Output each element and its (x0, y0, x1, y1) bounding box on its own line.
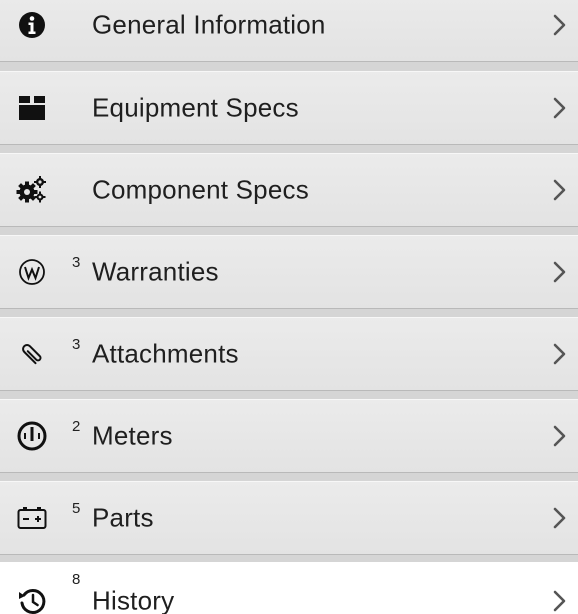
chevron-right-icon (553, 261, 566, 283)
menu-item-parts[interactable]: 5 Parts (0, 481, 578, 555)
menu-item-equipment-specs[interactable]: Equipment Specs (0, 71, 578, 145)
menu-item-label: Equipment Specs (92, 92, 299, 123)
menu-item-label: History (92, 585, 175, 614)
menu-item-badge: 5 (72, 500, 81, 517)
menu-item-general-information[interactable]: General Information (0, 0, 578, 62)
gauge-icon (12, 416, 52, 456)
warranty-w-icon (12, 252, 52, 292)
menu-item-meters[interactable]: 2 Meters (0, 399, 578, 473)
menu-item-label: Component Specs (92, 174, 309, 205)
paperclip-icon (12, 334, 52, 374)
menu-item-label: Warranties (92, 256, 219, 287)
chevron-right-icon (553, 425, 566, 447)
menu-item-component-specs[interactable]: Component Specs (0, 153, 578, 227)
menu-item-warranties[interactable]: 3 Warranties (0, 235, 578, 309)
menu-item-attachments[interactable]: 3 Attachments (0, 317, 578, 391)
chevron-right-icon (553, 179, 566, 201)
menu-item-label: Meters (92, 420, 173, 451)
gears-icon (12, 170, 52, 210)
menu-item-label: Parts (92, 502, 154, 533)
menu-item-badge: 8 (72, 571, 81, 588)
menu-item-label: General Information (92, 9, 326, 40)
menu-item-badge: 3 (72, 254, 81, 271)
battery-icon (12, 498, 52, 538)
menu-item-badge: 3 (72, 336, 81, 353)
chevron-right-icon (553, 590, 566, 612)
chevron-right-icon (553, 14, 566, 36)
menu-item-label: Attachments (92, 338, 239, 369)
info-icon (12, 5, 52, 45)
chevron-right-icon (553, 343, 566, 365)
menu-item-history[interactable]: 8 History (0, 562, 578, 614)
detail-menu-list: General Information Equipment Specs Comp… (0, 0, 578, 614)
history-clock-icon (12, 581, 52, 614)
equipment-box-icon (12, 88, 52, 128)
chevron-right-icon (553, 507, 566, 529)
chevron-right-icon (553, 97, 566, 119)
menu-item-badge: 2 (72, 418, 81, 435)
